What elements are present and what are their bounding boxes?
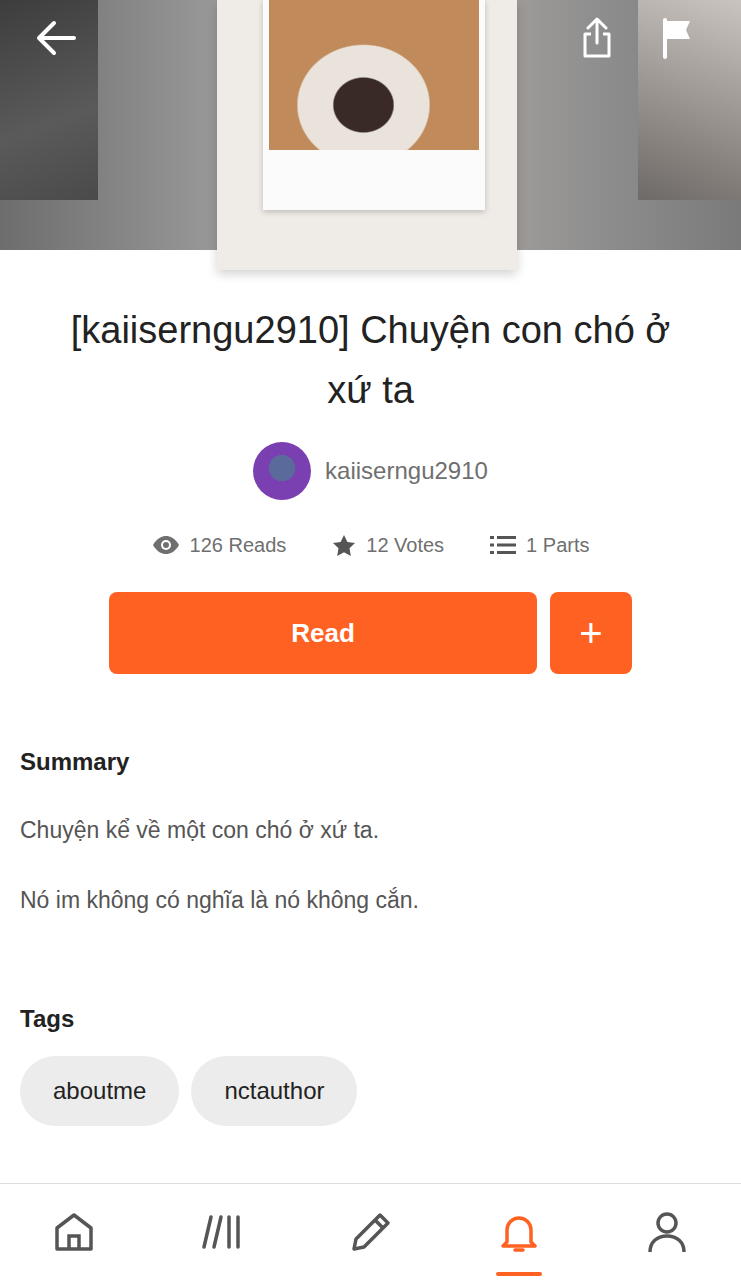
stat-text: 12 Votes xyxy=(366,530,444,560)
nav-library-button[interactable] xyxy=(148,1184,296,1280)
read-button[interactable]: Read xyxy=(109,592,537,674)
library-icon xyxy=(201,1211,243,1253)
cover-polaroid xyxy=(263,0,485,210)
add-to-library-button[interactable]: + xyxy=(550,592,632,674)
notifications-icon xyxy=(496,1210,542,1254)
tag-pill[interactable]: aboutme xyxy=(20,1056,179,1126)
stat-item: 12 Votes xyxy=(332,530,444,560)
flag-icon xyxy=(661,17,693,59)
stat-text: 126 Reads xyxy=(190,530,287,560)
write-icon xyxy=(349,1210,393,1254)
back-arrow-icon xyxy=(36,20,76,56)
story-cover xyxy=(217,0,517,270)
profile-icon xyxy=(647,1210,687,1254)
summary-heading: Summary xyxy=(20,748,721,777)
summary-paragraph: Chuyện kể về một con chó ở xứ ta. xyxy=(20,815,721,845)
story-title: [kaiiserngu2910] Chuyện con chó ở xứ ta xyxy=(0,300,741,420)
tags-section: Tags aboutmenctauthor xyxy=(0,1005,741,1126)
author-name[interactable]: kaiiserngu2910 xyxy=(325,453,488,489)
list-icon xyxy=(490,535,516,555)
story-actions: Read+ xyxy=(0,592,741,674)
author-row[interactable]: kaiiserngu2910 xyxy=(0,442,741,500)
summary-section: Summary Chuyện kể về một con chó ở xứ ta.… xyxy=(0,748,741,915)
report-button[interactable] xyxy=(655,16,699,60)
stat-text: 1 Parts xyxy=(526,530,589,560)
star-icon xyxy=(332,534,356,557)
cover-photo xyxy=(269,0,479,150)
summary-paragraph: Nó im không có nghĩa là nó không cắn. xyxy=(20,885,721,915)
nav-profile-button[interactable] xyxy=(593,1184,741,1280)
nav-home-button[interactable] xyxy=(0,1184,148,1280)
share-icon xyxy=(581,17,613,59)
nav-write-button[interactable] xyxy=(296,1184,444,1280)
stat-item: 126 Reads xyxy=(152,530,287,560)
back-button[interactable] xyxy=(34,16,78,60)
eye-icon xyxy=(152,535,180,555)
tags-heading: Tags xyxy=(20,1005,721,1034)
tag-pill[interactable]: nctauthor xyxy=(191,1056,357,1126)
tag-list: aboutmenctauthor xyxy=(20,1056,721,1126)
stat-item: 1 Parts xyxy=(490,530,589,560)
cover-banner xyxy=(0,0,741,250)
author-avatar[interactable] xyxy=(253,442,311,500)
nav-notifications-button[interactable] xyxy=(445,1184,593,1280)
bottom-nav xyxy=(0,1183,741,1280)
story-stats: 126 Reads 12 Votes 1 Parts xyxy=(0,530,741,560)
home-icon xyxy=(53,1211,95,1253)
share-button[interactable] xyxy=(575,16,619,60)
